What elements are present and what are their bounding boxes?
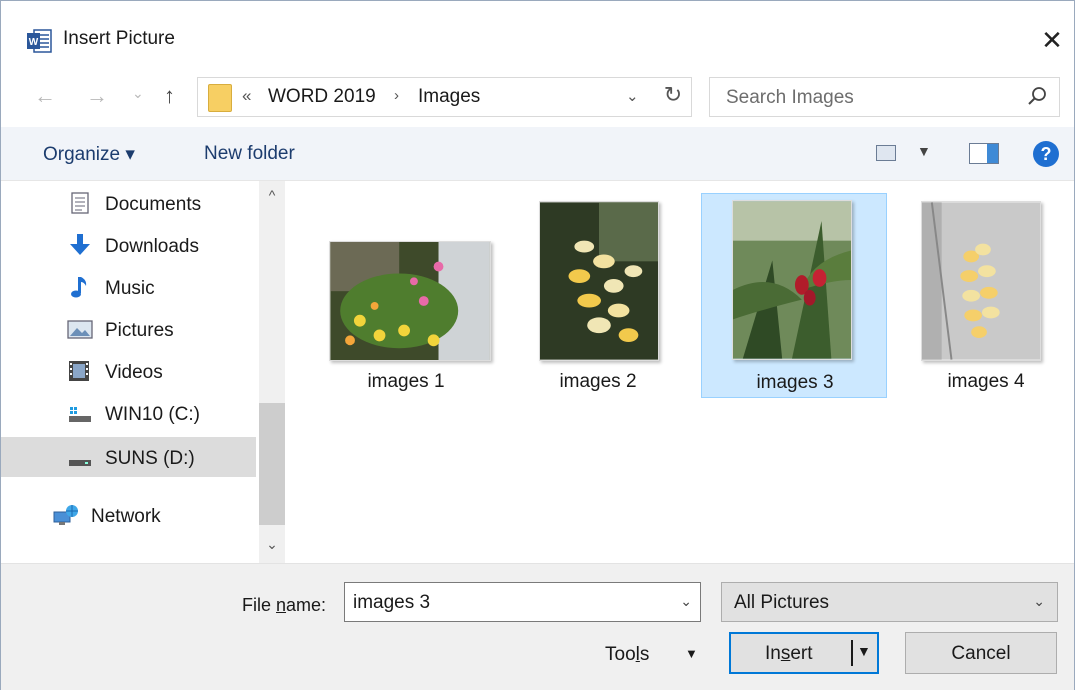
organize-button[interactable]: Organize ▾ (43, 143, 135, 166)
scroll-down-icon[interactable]: ⌄ (259, 536, 285, 553)
word-icon: W (27, 29, 52, 53)
breadcrumb-word-2019[interactable]: WORD 2019 (268, 86, 376, 108)
pictures-icon (67, 320, 93, 339)
file-item-images-4[interactable]: images 4 (893, 193, 1075, 398)
breadcrumb-images[interactable]: Images (418, 86, 480, 108)
window-title: Insert Picture (63, 28, 175, 49)
help-icon[interactable]: ? (1033, 141, 1059, 167)
cancel-button[interactable]: Cancel (905, 632, 1057, 674)
search-input[interactable]: Search Images (709, 77, 1060, 117)
file-item-images-1[interactable]: images 1 (313, 193, 499, 398)
navigation-pane: Documents Downloads Music Pictures Video… (1, 181, 259, 561)
videos-icon (69, 361, 89, 381)
command-toolbar: Organize ▾ New folder ▼ ? (1, 127, 1074, 181)
drive-d-icon (69, 460, 91, 466)
drive-c-icon (69, 407, 91, 422)
scroll-up-icon[interactable]: ^ (259, 187, 285, 203)
breadcrumb-overflow[interactable]: « (242, 86, 251, 106)
network-icon (53, 505, 78, 525)
image-thumbnail (539, 201, 659, 361)
search-icon[interactable] (1025, 84, 1049, 108)
search-placeholder: Search Images (726, 87, 854, 108)
sidebar-item-network[interactable]: Network (1, 495, 256, 535)
refresh-icon[interactable]: ↻ (658, 82, 688, 112)
sidebar-item-videos[interactable]: Videos (1, 351, 256, 391)
insert-split-divider (851, 640, 853, 666)
cancel-label: Cancel (951, 643, 1011, 664)
scroll-thumb[interactable] (259, 403, 285, 525)
close-button[interactable]: ✕ (1030, 21, 1074, 59)
image-thumbnail (732, 200, 852, 360)
file-name-field[interactable]: images 3 ⌄ (344, 582, 701, 622)
insert-button[interactable]: Insert ▼ (729, 632, 879, 674)
dialog-footer: File name: images 3 ⌄ All Pictures ⌄ Too… (1, 563, 1074, 690)
file-type-value: All Pictures (734, 592, 830, 613)
chevron-down-icon[interactable]: ⌄ (626, 87, 639, 105)
address-bar[interactable]: « WORD 2019 › Images ⌄ ↻ (197, 77, 692, 117)
music-icon (71, 277, 87, 298)
image-thumbnail (921, 201, 1041, 361)
file-type-select[interactable]: All Pictures ⌄ (721, 582, 1058, 622)
chevron-down-icon: ⌄ (1033, 593, 1045, 609)
chevron-down-icon[interactable]: ⌄ (680, 593, 692, 610)
file-name-label: File name: (242, 595, 327, 615)
sidebar-item-pictures[interactable]: Pictures (1, 309, 256, 349)
insert-dropdown-icon[interactable]: ▼ (857, 643, 871, 659)
sidebar-item-documents[interactable]: Documents (1, 183, 256, 223)
sidebar-item-label: Music (105, 278, 155, 299)
sidebar-item-downloads[interactable]: Downloads (1, 225, 256, 265)
sidebar-item-suns-d[interactable]: SUNS (D:) (1, 437, 256, 477)
back-arrow-icon[interactable]: ← (34, 83, 56, 109)
folder-icon (208, 84, 232, 112)
preview-pane-icon[interactable] (969, 143, 999, 164)
tools-dropdown-icon[interactable]: ▼ (685, 646, 698, 661)
address-row: ← → ⌄ ↑ « WORD 2019 › Images ⌄ ↻ Search … (1, 75, 1074, 121)
file-list-pane: images 1 images 2 images 3 images 4 (285, 181, 1074, 563)
change-view-icon[interactable] (876, 145, 896, 161)
file-name-label: images 2 (559, 371, 637, 392)
title-bar: W Insert Picture ✕ (1, 1, 1074, 75)
breadcrumb-separator-icon[interactable]: › (394, 87, 399, 104)
documents-icon (71, 192, 89, 214)
tools-button[interactable]: Tools (605, 644, 649, 666)
image-thumbnail (329, 241, 491, 361)
file-name-label: images 4 (947, 371, 1025, 392)
nav-pane-scrollbar[interactable]: ^ ⌄ (259, 181, 285, 563)
sidebar-item-label: Videos (105, 362, 163, 383)
sidebar-item-label: Network (91, 506, 161, 527)
forward-arrow-icon[interactable]: → (86, 83, 108, 109)
sidebar-item-label: Pictures (105, 320, 174, 341)
sidebar-item-label: SUNS (D:) (105, 448, 195, 469)
insert-label: Insert (765, 643, 813, 664)
file-name-value: images 3 (353, 592, 431, 613)
new-folder-button[interactable]: New folder (204, 143, 295, 165)
sidebar-item-win10-c[interactable]: WIN10 (C:) (1, 393, 256, 433)
up-arrow-icon[interactable]: ↑ (164, 83, 175, 109)
svg-text:W: W (29, 37, 39, 48)
file-item-images-2[interactable]: images 2 (505, 193, 691, 398)
view-dropdown-icon[interactable]: ▼ (917, 143, 931, 159)
sidebar-item-label: WIN10 (C:) (105, 404, 200, 425)
file-item-images-3[interactable]: images 3 (701, 193, 887, 398)
file-name-label: images 1 (367, 371, 445, 392)
file-name-label: images 3 (756, 372, 834, 393)
sidebar-item-label: Documents (105, 194, 202, 215)
close-icon: ✕ (1041, 24, 1063, 55)
sidebar-item-music[interactable]: Music (1, 267, 256, 307)
recent-locations-icon[interactable]: ⌄ (132, 85, 144, 102)
insert-picture-dialog: W Insert Picture ✕ ← → ⌄ ↑ « WORD 2019 ›… (0, 0, 1075, 690)
sidebar-item-label: Downloads (105, 236, 199, 257)
downloads-icon (70, 234, 90, 255)
